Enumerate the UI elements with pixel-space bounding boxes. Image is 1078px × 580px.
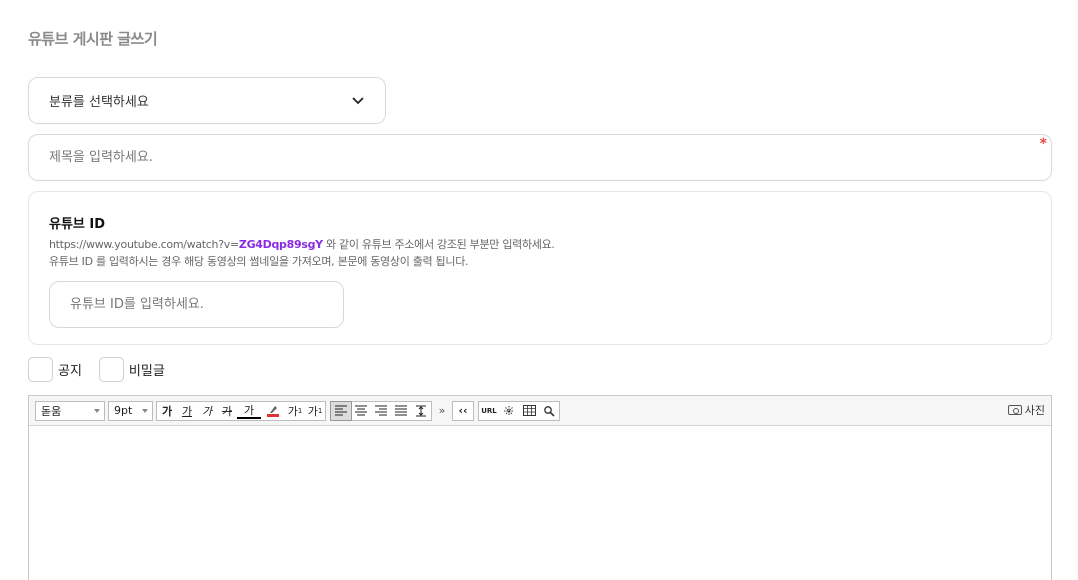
youtube-id-label: 유튜브 ID <box>49 217 106 232</box>
youtube-help-suffix: 와 같이 유튜브 주소에서 강조된 부분만 입력하세요. <box>322 238 555 251</box>
superscript-label: 가 <box>287 404 298 418</box>
special-char-icon[interactable] <box>499 402 519 420</box>
strikethrough-button[interactable]: 가 <box>217 402 237 420</box>
align-center-icon[interactable] <box>351 402 371 420</box>
underline-button[interactable]: 가 <box>177 402 197 420</box>
quote-group: ‹‹ <box>452 400 474 421</box>
youtube-help-prefix: https://www.youtube.com/watch?v= <box>49 238 239 251</box>
font-family-value: 돋움 <box>41 404 62 418</box>
editor-content-area[interactable] <box>29 426 1051 580</box>
youtube-help-text: https://www.youtube.com/watch?v=ZG4Dqp89… <box>49 236 1031 270</box>
category-select[interactable]: 분류를 선택하세요 <box>28 77 386 124</box>
bold-button[interactable]: 가 <box>157 402 177 420</box>
line-height-icon[interactable] <box>411 402 431 420</box>
category-select-value: 분류를 선택하세요 <box>49 95 149 110</box>
photo-label: 사진 <box>1024 404 1045 417</box>
blockquote-button[interactable]: ‹‹ <box>453 402 473 420</box>
notice-checkbox[interactable] <box>28 357 53 382</box>
font-size-select[interactable]: 9pt <box>108 400 153 421</box>
secret-checkbox[interactable] <box>98 357 124 382</box>
highlighter-icon <box>267 405 279 417</box>
editor-toolbar: 돋움 9pt 가 가 가 가 가 가1 가1 » ‹‹ URL 사진 <box>29 396 1051 426</box>
text-style-group: 가 가 가 가 가 가1 가1 <box>156 400 326 421</box>
superscript-button[interactable]: 가1 <box>285 402 305 420</box>
subscript-label: 가 <box>307 404 318 418</box>
alignment-group <box>330 400 432 421</box>
url-button[interactable]: URL <box>479 402 499 420</box>
align-right-icon[interactable] <box>371 402 391 420</box>
find-replace-icon[interactable] <box>539 402 559 420</box>
required-mark: * <box>1039 136 1047 152</box>
youtube-help-highlight: ZG4Dqp89sgY <box>238 238 323 251</box>
table-icon[interactable] <box>519 402 539 420</box>
youtube-id-section: 유튜브 ID https://www.youtube.com/watch?v=Z… <box>28 191 1052 345</box>
align-justify-icon[interactable] <box>391 402 411 420</box>
subscript-button[interactable]: 가1 <box>305 402 325 420</box>
youtube-id-input[interactable] <box>50 282 343 327</box>
secret-label: 비밀글 <box>128 364 165 379</box>
font-color-button[interactable]: 가 <box>237 403 261 419</box>
highlight-color-button[interactable] <box>261 402 285 420</box>
rich-text-editor: 돋움 9pt 가 가 가 가 가 가1 가1 » ‹‹ URL 사진 <box>28 395 1052 580</box>
font-size-value: 9pt <box>114 404 133 417</box>
youtube-help-line2: 유튜브 ID 를 입력하시는 경우 해당 동영상의 썸네일을 가져오며, 본문에… <box>49 255 469 268</box>
notice-checkbox-item[interactable]: 공지 <box>28 357 82 382</box>
font-family-select[interactable]: 돋움 <box>35 400 105 421</box>
more-tools-button[interactable]: » <box>436 404 448 417</box>
italic-button[interactable]: 가 <box>197 402 217 420</box>
insert-group: URL <box>478 400 560 421</box>
title-input[interactable] <box>29 135 1051 180</box>
notice-label: 공지 <box>58 364 82 379</box>
chevron-down-icon <box>351 94 365 108</box>
post-options: 공지 비밀글 <box>28 357 182 382</box>
page-title: 유튜브 게시판 글쓰기 <box>28 30 158 48</box>
camera-icon <box>1007 405 1022 415</box>
youtube-id-input-container <box>49 281 344 328</box>
title-field-container: * <box>28 134 1052 181</box>
photo-upload-button[interactable]: 사진 <box>1006 400 1047 420</box>
align-left-icon[interactable] <box>330 400 352 421</box>
secret-checkbox-item[interactable]: 비밀글 <box>98 357 165 382</box>
